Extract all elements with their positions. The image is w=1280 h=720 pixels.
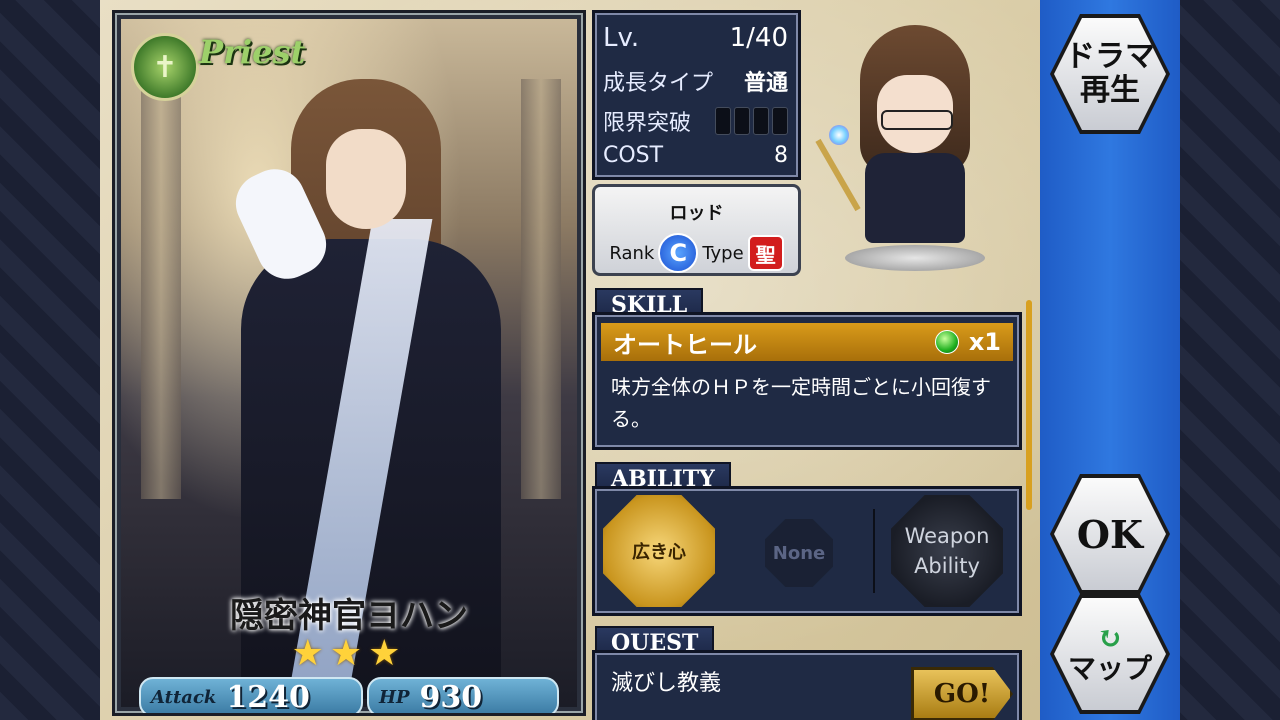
skill-panel: オートヒール x1 味方全体のＨＰを一定時間ごとに小回復する。	[592, 312, 1022, 450]
skill-description: 味方全体のＨＰを一定時間ごとに小回復する。	[611, 375, 991, 431]
limit-row: 限界突破	[603, 105, 788, 137]
character-card: ✝ Priest 隠密神官ヨハン ★★★ Attack 1240 HP 930	[112, 10, 586, 716]
ability-divider	[873, 509, 875, 593]
weapon-name: ロッド	[669, 203, 724, 224]
hp-value: 930	[419, 679, 483, 715]
chibi-figure[interactable]	[815, 25, 995, 275]
figure-stand	[845, 245, 985, 271]
refresh-icon: ↻	[1097, 621, 1123, 656]
rarity-stars: ★★★	[291, 633, 407, 674]
priest-class-icon: ✝	[131, 33, 199, 101]
chibi-body	[865, 153, 965, 243]
character-name: 隠密神官ヨハン	[230, 596, 468, 636]
pillar-left	[141, 79, 181, 499]
ability-slot-none[interactable]: None	[765, 519, 833, 587]
weapon-ability-slot[interactable]: Weapon Ability	[891, 495, 1003, 607]
attack-value: 1240	[226, 679, 310, 715]
growth-row: 成長タイプ 普通	[603, 65, 788, 97]
pillar-right	[521, 79, 561, 499]
rank-label: Rank	[609, 242, 655, 264]
go-button[interactable]: GO!	[911, 667, 1013, 720]
cost-label: COST	[603, 143, 664, 168]
skill-count: x1	[934, 328, 1001, 356]
weapon-ability-line2: Ability	[914, 554, 980, 578]
skill-name: オートヒール	[613, 330, 757, 359]
drama-label-1: ドラマ	[1065, 39, 1155, 74]
limit-break-gauge	[715, 107, 788, 135]
level-value: 1/40	[729, 23, 788, 53]
attack-stat: Attack 1240	[139, 677, 363, 715]
rank-badge: C	[658, 233, 699, 273]
green-orb-icon	[934, 330, 959, 354]
drama-label-2: 再生	[1080, 73, 1140, 108]
level-row: Lv. 1/40	[603, 23, 788, 53]
weapon-panel: ロッド Rank C Type 聖	[592, 184, 801, 276]
side-menu: ドラマ 再生 OK ↻ マップ	[1040, 0, 1180, 720]
ability-slot-main[interactable]: 広き心	[603, 495, 715, 607]
map-label: マップ	[1067, 652, 1152, 685]
growth-value: 普通	[743, 71, 788, 96]
level-label: Lv.	[603, 23, 640, 53]
type-label: Type	[702, 242, 744, 264]
cost-row: COST 8	[603, 143, 788, 168]
limit-label: 限界突破	[603, 111, 692, 136]
scrollbar[interactable]	[1026, 300, 1032, 510]
hp-stat: HP 930	[367, 677, 559, 715]
staff-orb-icon	[829, 125, 849, 145]
weapon-rank-type: Rank C Type 聖	[599, 233, 794, 273]
quest-panel: 滅びし教義 GO!	[592, 650, 1022, 720]
chibi-glasses	[881, 110, 953, 130]
character-detail-screen: ✝ Priest 隠密神官ヨハン ★★★ Attack 1240 HP 930 …	[100, 0, 1180, 720]
growth-label: 成長タイプ	[603, 71, 714, 96]
cost-value: 8	[774, 143, 788, 168]
quest-name: 滅びし教義	[611, 671, 722, 696]
staff-icon	[815, 138, 861, 212]
weapon-ability-line1: Weapon	[904, 524, 990, 548]
type-badge: 聖	[747, 235, 784, 271]
character-face	[326, 129, 406, 229]
stats-panel: Lv. 1/40 成長タイプ 普通 限界突破 COST 8	[592, 10, 801, 180]
skill-count-value: x1	[968, 328, 1001, 356]
class-label: Priest	[199, 33, 306, 71]
skill-title-bar: オートヒール x1	[601, 323, 1013, 361]
attack-label: Attack	[151, 686, 217, 708]
hp-label: HP	[379, 686, 410, 708]
ability-panel: 広き心 None Weapon Ability	[592, 486, 1022, 616]
